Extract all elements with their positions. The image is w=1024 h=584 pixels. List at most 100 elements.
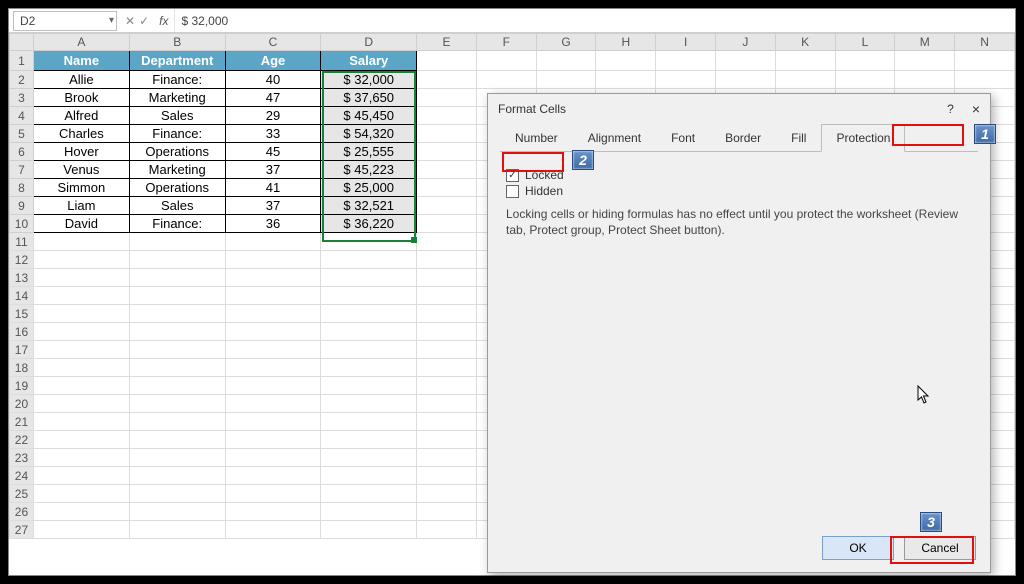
row-header[interactable]: 12 bbox=[10, 251, 34, 269]
help-icon[interactable]: ? bbox=[947, 102, 954, 116]
cell[interactable]: Operations bbox=[129, 143, 225, 161]
cell[interactable]: Operations bbox=[129, 179, 225, 197]
cell[interactable]: Venus bbox=[33, 161, 129, 179]
row-header[interactable]: 19 bbox=[10, 377, 34, 395]
col-header[interactable]: G bbox=[536, 34, 596, 51]
col-header[interactable]: L bbox=[835, 34, 895, 51]
cell[interactable]: 41 bbox=[225, 179, 321, 197]
row-header[interactable]: 16 bbox=[10, 323, 34, 341]
col-header[interactable]: H bbox=[596, 34, 656, 51]
col-header[interactable]: K bbox=[775, 34, 835, 51]
cell[interactable]: Finance: bbox=[129, 215, 225, 233]
cell[interactable]: $ 25,555 bbox=[321, 143, 417, 161]
cell[interactable]: Finance: bbox=[129, 125, 225, 143]
cell[interactable]: $ 25,000 bbox=[321, 179, 417, 197]
row-header[interactable]: 7 bbox=[10, 161, 34, 179]
cell[interactable]: Charles bbox=[33, 125, 129, 143]
close-icon[interactable]: × bbox=[972, 101, 980, 117]
hidden-checkbox[interactable] bbox=[506, 185, 519, 198]
accept-icon[interactable]: ✓ bbox=[139, 14, 149, 28]
tab-font[interactable]: Font bbox=[656, 124, 710, 151]
cell[interactable]: Allie bbox=[33, 71, 129, 89]
col-header[interactable]: A bbox=[33, 34, 129, 51]
row-header[interactable]: 23 bbox=[10, 449, 34, 467]
ok-button[interactable]: OK bbox=[822, 536, 894, 560]
locked-checkbox[interactable]: ✓ bbox=[506, 169, 519, 182]
cancel-button[interactable]: Cancel bbox=[904, 536, 976, 560]
row-header[interactable]: 11 bbox=[10, 233, 34, 251]
cell[interactable]: David bbox=[33, 215, 129, 233]
col-header[interactable]: D bbox=[321, 34, 417, 51]
col-header[interactable]: B bbox=[129, 34, 225, 51]
table-header[interactable]: Salary bbox=[321, 51, 417, 71]
cell[interactable]: $ 36,220 bbox=[321, 215, 417, 233]
row-header[interactable]: 17 bbox=[10, 341, 34, 359]
fx-label[interactable]: fx bbox=[153, 14, 174, 28]
cancel-icon[interactable]: ✕ bbox=[125, 14, 135, 28]
row-header[interactable]: 8 bbox=[10, 179, 34, 197]
cell[interactable]: 36 bbox=[225, 215, 321, 233]
row-header[interactable]: 18 bbox=[10, 359, 34, 377]
row-header[interactable]: 15 bbox=[10, 305, 34, 323]
table-header[interactable]: Department bbox=[129, 51, 225, 71]
name-box[interactable]: D2 ▾ bbox=[13, 11, 117, 31]
table-header[interactable]: Age bbox=[225, 51, 321, 71]
cell[interactable]: Simmon bbox=[33, 179, 129, 197]
cell[interactable]: Liam bbox=[33, 197, 129, 215]
row-header[interactable]: 3 bbox=[10, 89, 34, 107]
tab-border[interactable]: Border bbox=[710, 124, 776, 151]
cell[interactable]: $ 32,521 bbox=[321, 197, 417, 215]
cell[interactable]: $ 54,320 bbox=[321, 125, 417, 143]
row-header[interactable]: 1 bbox=[10, 51, 34, 71]
cell[interactable]: 33 bbox=[225, 125, 321, 143]
row-header[interactable]: 6 bbox=[10, 143, 34, 161]
row-header[interactable]: 14 bbox=[10, 287, 34, 305]
col-header[interactable]: J bbox=[716, 34, 776, 51]
row-header[interactable]: 2 bbox=[10, 71, 34, 89]
dialog-titlebar[interactable]: Format Cells ? × bbox=[488, 94, 990, 124]
row-header[interactable]: 13 bbox=[10, 269, 34, 287]
cell[interactable]: Finance: bbox=[129, 71, 225, 89]
cell[interactable]: $ 37,650 bbox=[321, 89, 417, 107]
row-header[interactable]: 26 bbox=[10, 503, 34, 521]
tab-number[interactable]: Number bbox=[500, 124, 573, 151]
cell[interactable]: Marketing bbox=[129, 89, 225, 107]
row-header[interactable]: 21 bbox=[10, 413, 34, 431]
table-header[interactable]: Name bbox=[33, 51, 129, 71]
cell[interactable]: 47 bbox=[225, 89, 321, 107]
cell[interactable]: Hover bbox=[33, 143, 129, 161]
select-all-corner[interactable] bbox=[10, 34, 34, 51]
cell[interactable]: Marketing bbox=[129, 161, 225, 179]
col-header[interactable]: E bbox=[417, 34, 477, 51]
row-header[interactable]: 24 bbox=[10, 467, 34, 485]
row-header[interactable]: 25 bbox=[10, 485, 34, 503]
cell[interactable]: $ 32,000 bbox=[321, 71, 417, 89]
row-header[interactable]: 10 bbox=[10, 215, 34, 233]
col-header[interactable]: N bbox=[955, 34, 1015, 51]
row-header[interactable]: 27 bbox=[10, 521, 34, 539]
chevron-down-icon[interactable]: ▾ bbox=[109, 15, 114, 26]
cell[interactable]: Brook bbox=[33, 89, 129, 107]
formula-input[interactable]: $ 32,000 bbox=[174, 9, 1015, 32]
row-header[interactable]: 5 bbox=[10, 125, 34, 143]
cell[interactable]: Sales bbox=[129, 197, 225, 215]
row-header[interactable]: 22 bbox=[10, 431, 34, 449]
col-header[interactable]: F bbox=[476, 34, 536, 51]
cell[interactable]: Alfred bbox=[33, 107, 129, 125]
row-header[interactable]: 20 bbox=[10, 395, 34, 413]
tab-alignment[interactable]: Alignment bbox=[573, 124, 656, 151]
row-header[interactable]: 4 bbox=[10, 107, 34, 125]
cell[interactable]: Sales bbox=[129, 107, 225, 125]
cell[interactable]: $ 45,450 bbox=[321, 107, 417, 125]
cell[interactable]: 40 bbox=[225, 71, 321, 89]
cell[interactable]: 37 bbox=[225, 197, 321, 215]
row-header[interactable]: 9 bbox=[10, 197, 34, 215]
cell[interactable]: 45 bbox=[225, 143, 321, 161]
tab-protection[interactable]: Protection bbox=[821, 124, 905, 152]
tab-fill[interactable]: Fill bbox=[776, 124, 821, 151]
cell[interactable]: $ 45,223 bbox=[321, 161, 417, 179]
cell[interactable]: 29 bbox=[225, 107, 321, 125]
col-header[interactable]: M bbox=[895, 34, 955, 51]
col-header[interactable]: I bbox=[656, 34, 716, 51]
cell[interactable]: 37 bbox=[225, 161, 321, 179]
